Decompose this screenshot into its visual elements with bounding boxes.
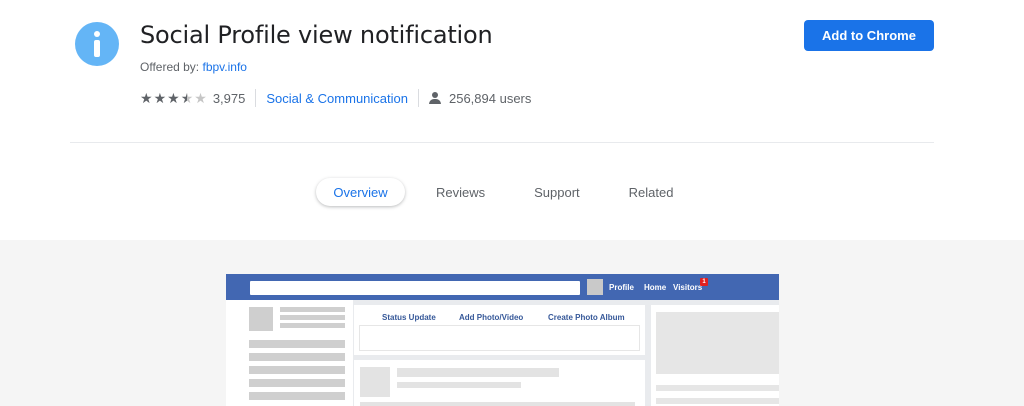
tab-related[interactable]: Related — [629, 178, 674, 206]
tab-overview[interactable]: Overview — [316, 178, 405, 206]
offered-by: Offered by: fbpv.info — [140, 60, 247, 74]
star-empty-icon: ★ — [194, 90, 207, 106]
mock-avatar — [587, 279, 603, 295]
user-icon — [428, 92, 441, 104]
mock-left-sidebar — [226, 300, 353, 406]
extension-title: Social Profile view notification — [140, 21, 493, 49]
offered-by-link[interactable]: fbpv.info — [203, 60, 247, 74]
meta-row: ★ ★ ★ ★ ★ 3,975 Social & Communication 2… — [140, 89, 531, 107]
offered-by-label: Offered by: — [140, 60, 200, 74]
divider — [417, 89, 419, 107]
star-icon: ★ — [167, 90, 180, 106]
screenshot-image[interactable]: Profile Home Visitors 1 Status Update Ad… — [226, 274, 779, 406]
star-icon: ★ — [140, 90, 153, 106]
mock-create-album: Create Photo Album — [548, 313, 625, 322]
mock-search-bar — [250, 281, 580, 295]
mock-visitors-badge: 1 — [700, 278, 708, 286]
category-link[interactable]: Social & Communication — [266, 91, 408, 106]
mock-right-sidebar — [651, 305, 779, 406]
add-to-chrome-button[interactable]: Add to Chrome — [804, 20, 934, 51]
tab-bar: Overview Reviews Support Related — [316, 177, 673, 207]
mock-add-photo: Add Photo/Video — [459, 313, 524, 322]
info-icon — [75, 22, 119, 66]
mock-feed-post — [354, 360, 645, 406]
divider — [255, 89, 257, 107]
rating-count[interactable]: 3,975 — [213, 91, 246, 106]
user-count: 256,894 users — [448, 90, 532, 106]
mock-nav-profile: Profile — [609, 283, 634, 292]
rating-stars[interactable]: ★ ★ ★ ★ ★ — [140, 91, 207, 105]
mock-nav-home: Home — [644, 283, 667, 292]
mock-status-update: Status Update — [382, 313, 436, 322]
mock-navbar: Profile Home Visitors 1 — [226, 274, 779, 300]
mock-nav-visitors: Visitors — [673, 283, 703, 292]
star-half-icon: ★ — [180, 90, 194, 106]
tab-reviews[interactable]: Reviews — [436, 178, 485, 206]
tab-support[interactable]: Support — [534, 178, 580, 206]
header-divider — [70, 142, 934, 143]
mock-composer: Status Update Add Photo/Video Create Pho… — [354, 305, 645, 355]
star-icon: ★ — [153, 90, 167, 106]
